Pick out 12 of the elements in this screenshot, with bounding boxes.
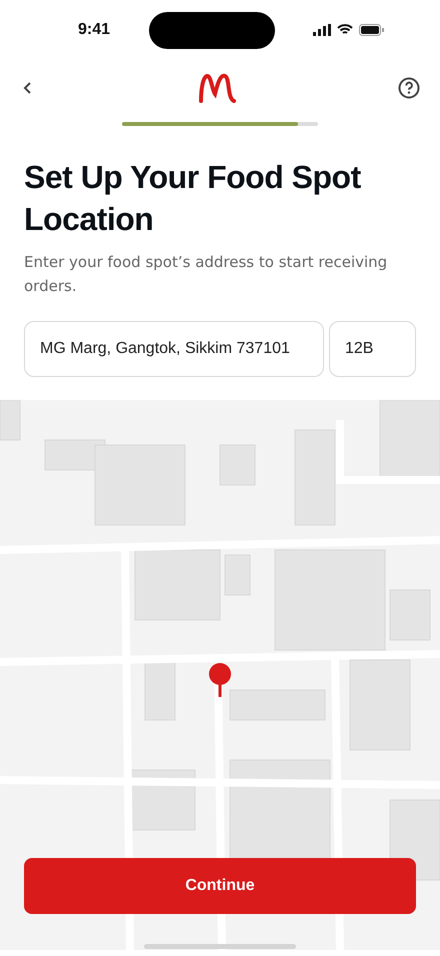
logo-icon — [198, 71, 236, 105]
unit-field[interactable]: 12B — [329, 321, 416, 377]
signal-icon — [313, 24, 331, 36]
continue-button[interactable]: Continue — [24, 858, 416, 914]
map-pin-icon — [207, 663, 233, 697]
page-subtitle: Enter your food spot’s address to start receiving orders. — [24, 252, 388, 297]
address-field[interactable]: MG Marg, Gangtok, Sikkim 737101 — [24, 321, 324, 377]
battery-icon — [359, 24, 384, 36]
page-title: Set Up Your Food Spot Location — [24, 158, 362, 239]
wifi-icon — [337, 24, 353, 36]
help-button[interactable] — [398, 77, 420, 99]
status-time: 9:41 — [78, 21, 110, 39]
